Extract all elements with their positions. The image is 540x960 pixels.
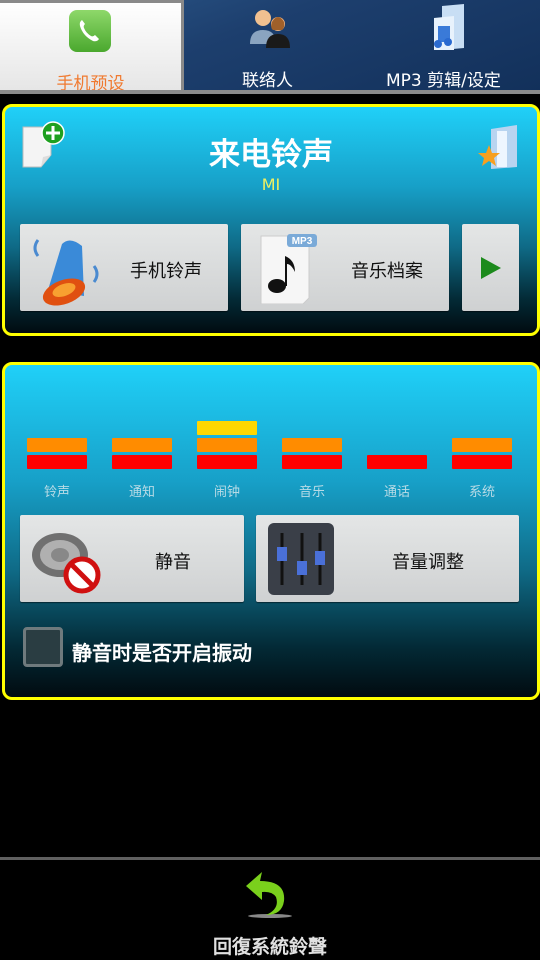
volume-level-label: 通话 xyxy=(383,485,410,500)
volume-level-label: 铃声 xyxy=(43,485,70,500)
tab-label: MP3 剪辑/设定 xyxy=(386,71,501,91)
current-ringtone-name: MI xyxy=(261,175,281,194)
mp3-file-icon: MP3 xyxy=(260,234,317,304)
phone-icon xyxy=(69,10,111,52)
contacts-icon xyxy=(250,10,290,48)
undo-arrow-icon xyxy=(246,872,292,918)
restore-system-ringtone-button[interactable]: 回復系統鈴聲 xyxy=(170,864,370,960)
volume-level-bar xyxy=(282,455,342,469)
vibrate-when-muted-label: 静音时是否开启振动 xyxy=(72,641,252,665)
button-label: 手机铃声 xyxy=(130,261,202,282)
volume-adjust-button[interactable]: 音量调整 xyxy=(256,515,519,602)
footer-divider xyxy=(0,857,540,860)
volume-level-bar xyxy=(27,438,87,452)
volume-level-bar xyxy=(452,438,512,452)
play-arrow-icon xyxy=(481,257,501,279)
tab-label: 手机预设 xyxy=(56,74,125,94)
panel-title: 来电铃声 xyxy=(209,137,333,173)
music-folder-icon xyxy=(434,4,464,50)
svg-text:MP3: MP3 xyxy=(292,236,313,247)
volume-level-bar xyxy=(112,455,172,469)
volume-level-label: 闹钟 xyxy=(213,485,240,500)
bell-icon xyxy=(33,239,99,306)
favorite-folder-icon[interactable] xyxy=(477,123,523,171)
music-files-button[interactable]: MP3 音乐档案 xyxy=(241,224,449,311)
volume-panel: 铃声 通知 闹钟 音乐 通话 系统 静音 音量调整 静音时是否开启振动 xyxy=(2,362,540,700)
mute-speaker-icon xyxy=(32,533,101,594)
incoming-ringtone-panel: 来电铃声 MI 手机铃声 MP3 音乐档案 xyxy=(2,104,540,336)
vibrate-when-muted-checkbox[interactable] xyxy=(23,627,63,667)
mute-button[interactable]: 静音 xyxy=(20,515,244,602)
button-label: 音乐档案 xyxy=(351,261,423,282)
mixer-sliders-icon xyxy=(268,523,334,595)
tab-bar: 手机预设 联络人 MP3 剪辑/设定 xyxy=(0,0,540,94)
button-label: 音量调整 xyxy=(392,552,464,573)
tab-phone-preset[interactable]: 手机预设 xyxy=(0,0,184,94)
tab-mp3-edit-settings[interactable]: MP3 剪辑/设定 xyxy=(356,0,540,91)
volume-level-label: 音乐 xyxy=(298,485,325,500)
volume-level-bar xyxy=(197,438,257,452)
volume-level-bar xyxy=(27,455,87,469)
tab-contacts[interactable]: 联络人 xyxy=(184,0,356,91)
restore-label: 回復系統鈴聲 xyxy=(212,936,327,958)
volume-level-bar xyxy=(112,438,172,452)
volume-level-bar xyxy=(197,421,257,435)
volume-level-label: 系统 xyxy=(468,485,495,500)
volume-level-bar xyxy=(452,455,512,469)
more-button[interactable] xyxy=(462,224,519,311)
volume-level-bar xyxy=(197,455,257,469)
button-label: 静音 xyxy=(155,552,191,573)
volume-level-label: 通知 xyxy=(128,485,155,500)
volume-level-bar xyxy=(282,438,342,452)
tab-label: 联络人 xyxy=(242,71,293,91)
volume-level-bar xyxy=(367,455,427,469)
phone-ringtones-button[interactable]: 手机铃声 xyxy=(20,224,228,311)
